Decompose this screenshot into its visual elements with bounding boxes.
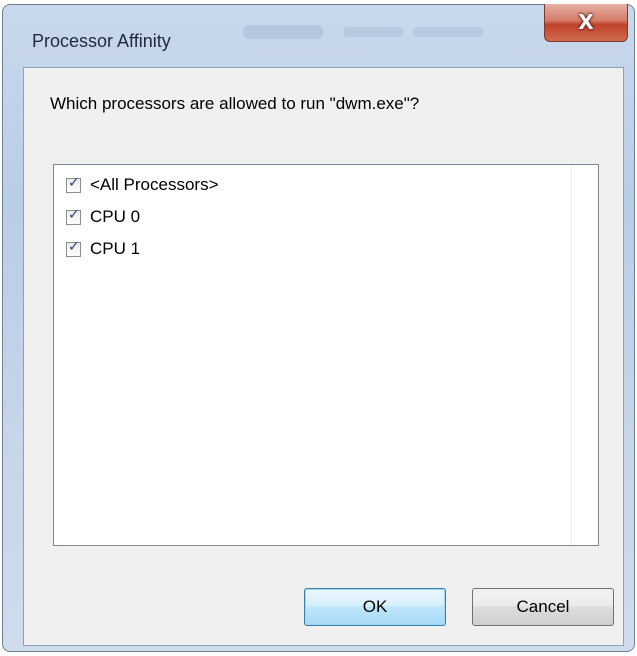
processor-affinity-dialog: Processor Affinity X Which processors ar… bbox=[2, 4, 635, 652]
list-item-cpu-0[interactable]: ✓ CPU 0 bbox=[66, 204, 140, 230]
list-item-label: CPU 0 bbox=[90, 207, 141, 226]
list-item-label: <All Processors> bbox=[90, 175, 219, 194]
checkmark-icon: ✓ bbox=[68, 206, 80, 223]
cpu-1-checkbox[interactable]: ✓ bbox=[66, 238, 81, 257]
all-processors-checkbox[interactable]: ✓ bbox=[66, 174, 81, 193]
list-item-label: CPU 1 bbox=[90, 239, 141, 258]
cpu-0-checkbox[interactable]: ✓ bbox=[66, 206, 81, 225]
glass-reflection bbox=[243, 25, 323, 39]
cancel-button[interactable]: Cancel bbox=[472, 588, 614, 626]
dialog-prompt: Which processors are allowed to run "dwm… bbox=[50, 94, 420, 113]
checkmark-icon: ✓ bbox=[68, 174, 80, 191]
processor-list[interactable]: ✓ <All Processors> ✓ CPU 0 ✓ CPU 1 bbox=[53, 164, 599, 546]
checkmark-icon: ✓ bbox=[68, 238, 80, 255]
close-button[interactable]: X bbox=[544, 4, 628, 42]
ok-button[interactable]: OK bbox=[304, 588, 446, 626]
close-icon: X bbox=[578, 10, 594, 34]
list-divider bbox=[571, 165, 572, 545]
list-item-all-processors[interactable]: ✓ <All Processors> bbox=[66, 172, 219, 198]
window-title: Processor Affinity bbox=[32, 31, 171, 51]
glass-reflection bbox=[413, 27, 483, 37]
dialog-client-area: Which processors are allowed to run "dwm… bbox=[23, 67, 624, 646]
glass-reflection bbox=[343, 27, 403, 37]
list-item-cpu-1[interactable]: ✓ CPU 1 bbox=[66, 236, 140, 262]
desktop: Processor Affinity X Which processors ar… bbox=[0, 0, 637, 656]
